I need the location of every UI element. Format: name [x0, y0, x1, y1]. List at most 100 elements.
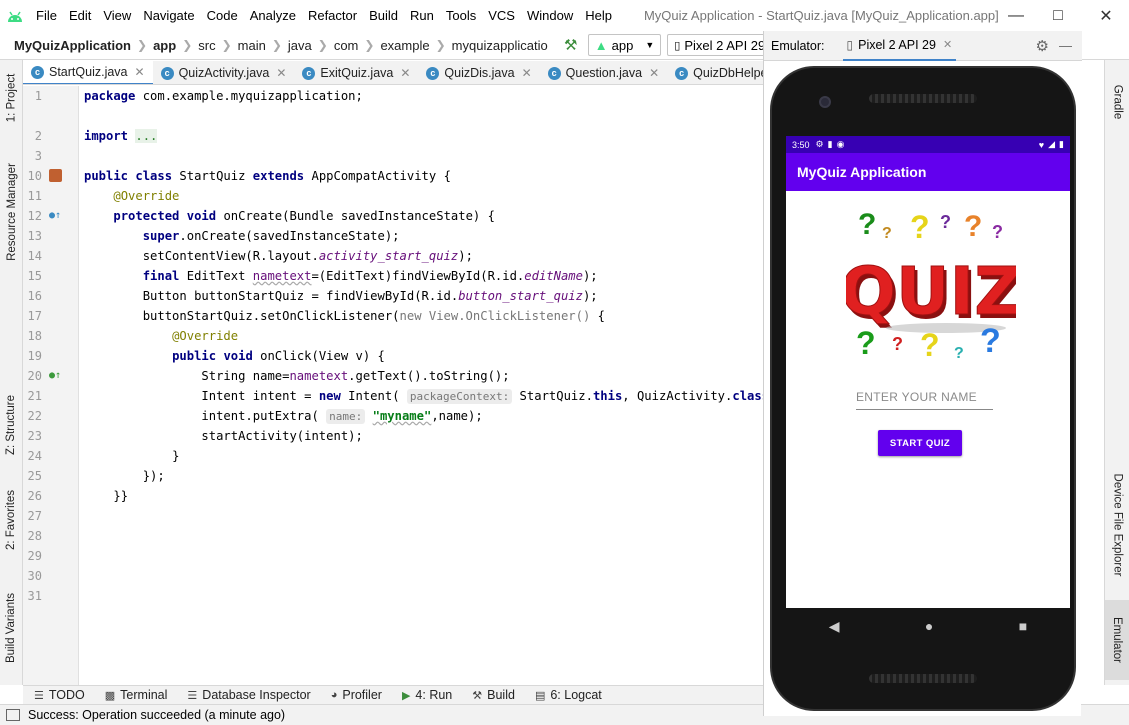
- breadcrumb-src[interactable]: src: [194, 38, 219, 53]
- close-tab-icon[interactable]: ✕: [276, 66, 286, 80]
- menu-edit[interactable]: Edit: [63, 0, 97, 31]
- close-tab-icon[interactable]: ✕: [943, 38, 952, 51]
- svg-text:?: ?: [882, 225, 892, 242]
- close-tab-icon[interactable]: ✕: [400, 66, 410, 80]
- breadcrumb-com[interactable]: com: [330, 38, 363, 53]
- tab-favorites[interactable]: 2: Favorites: [0, 480, 23, 560]
- gear-icon[interactable]: ⚙: [1036, 37, 1049, 55]
- tab-gradle[interactable]: Gradle: [1105, 72, 1129, 132]
- name-input-field[interactable]: ENTER YOUR NAME: [856, 384, 993, 410]
- tab-quizactivity[interactable]: c QuizActivity.java ✕: [153, 61, 295, 84]
- tab-resource-manager[interactable]: Resource Manager: [0, 152, 23, 272]
- tab-quizdis[interactable]: c QuizDis.java ✕: [418, 61, 539, 84]
- maximize-icon[interactable]: □: [1035, 0, 1081, 31]
- line-number: 12 ●↑: [23, 206, 79, 226]
- code-line: });: [142, 469, 165, 483]
- phone-screen[interactable]: 3:50 ⚙ ▮ ◉ ♥ ◢ ▮ MyQuiz Application ? ? …: [786, 136, 1070, 608]
- line-number: 22: [27, 409, 42, 423]
- breadcrumb-main[interactable]: main: [234, 38, 270, 53]
- tab-device-file-explorer[interactable]: Device File Explorer: [1105, 465, 1129, 585]
- home-icon[interactable]: ●: [925, 618, 933, 634]
- tool-profiler[interactable]: ◕ Profiler: [331, 688, 382, 702]
- chevron-right-icon: ❯: [137, 38, 148, 52]
- tab-build-variants[interactable]: Build Variants: [0, 580, 23, 675]
- settings-status-icon: ⚙: [815, 139, 824, 149]
- tab-structure[interactable]: Z: Structure: [0, 385, 23, 465]
- tool-database-inspector[interactable]: ☰ Database Inspector: [187, 688, 310, 702]
- line-number: 14: [27, 249, 42, 263]
- line-number: 1: [34, 89, 42, 103]
- wifi-icon: ♥: [1038, 139, 1045, 150]
- tab-startquiz[interactable]: c StartQuiz.java ✕: [23, 61, 153, 84]
- tab-exitquiz[interactable]: c ExitQuiz.java ✕: [294, 61, 418, 84]
- tool-logcat[interactable]: ▤ 6: Logcat: [535, 688, 602, 702]
- code-line: import ...: [84, 129, 158, 143]
- menu-view[interactable]: View: [97, 0, 137, 31]
- implements-icon[interactable]: ●↑: [49, 366, 61, 386]
- recents-icon[interactable]: ■: [1019, 618, 1027, 634]
- emulator-label: Emulator:: [771, 38, 825, 53]
- line-number: 13: [27, 229, 42, 243]
- override-icon[interactable]: ●↑: [49, 206, 61, 226]
- database-icon: ☰: [187, 689, 198, 702]
- breadcrumb-package[interactable]: myquizapplicatio: [448, 38, 552, 53]
- menu-help[interactable]: Help: [579, 0, 618, 31]
- line-number: 31: [27, 589, 42, 603]
- phone-speaker: [869, 94, 977, 103]
- line-number: 16: [27, 289, 42, 303]
- close-tab-icon[interactable]: ✕: [649, 66, 659, 80]
- tool-todo[interactable]: ☰ TODO: [34, 688, 85, 702]
- android-icon: ▲: [594, 37, 608, 53]
- close-icon[interactable]: ✕: [1083, 0, 1129, 31]
- menu-build[interactable]: Build: [363, 0, 404, 31]
- menu-code[interactable]: Code: [201, 0, 244, 31]
- hammer-icon[interactable]: ⚒: [560, 34, 582, 56]
- menu-refactor[interactable]: Refactor: [302, 0, 363, 31]
- back-icon[interactable]: ◀: [829, 618, 840, 635]
- android-status-bar: 3:50 ⚙ ▮ ◉ ♥ ◢ ▮: [786, 136, 1070, 153]
- quiz-logo-image: ? ? ? ? ? ? QUIZ QUIZ ? ? ? ? ?: [846, 208, 1016, 362]
- close-tab-icon[interactable]: ✕: [135, 65, 145, 79]
- menu-run[interactable]: Run: [404, 0, 440, 31]
- tool-terminal[interactable]: ▩ Terminal: [105, 688, 168, 702]
- breadcrumb-example[interactable]: example: [376, 38, 433, 53]
- emulator-device-tab[interactable]: ▯ Pixel 2 API 29 ✕: [842, 31, 957, 61]
- tab-question[interactable]: c Question.java ✕: [540, 61, 668, 84]
- tab-quizdbhelper[interactable]: cQuizDbHelper.java: [667, 61, 763, 84]
- line-number: 15: [27, 269, 42, 283]
- breadcrumb-java[interactable]: java: [284, 38, 316, 53]
- line-number-gutter: 1 2 3 10 11 12 ●↑ 13 14 15 16 17 18 19 20…: [23, 86, 79, 685]
- menu-navigate[interactable]: Navigate: [137, 0, 200, 31]
- tab-project[interactable]: 1: Project: [0, 68, 23, 128]
- window-icon[interactable]: [6, 709, 20, 721]
- menu-vcs[interactable]: VCS: [482, 0, 521, 31]
- menu-tools[interactable]: Tools: [440, 0, 482, 31]
- minimize-panel-icon[interactable]: —: [1059, 38, 1072, 53]
- breadcrumb-project[interactable]: MyQuizApplication: [10, 38, 135, 53]
- code-line: }}: [113, 489, 129, 503]
- class-icon: c: [426, 66, 440, 80]
- line-number: 28: [27, 529, 42, 543]
- code-editor[interactable]: package com.example.myquizapplication; i…: [79, 86, 763, 685]
- minimize-icon[interactable]: —: [993, 0, 1039, 31]
- android-studio-logo-icon: [0, 0, 30, 31]
- tool-run[interactable]: ▶ 4: Run: [402, 688, 452, 702]
- run-config-select[interactable]: ▲ app ▼: [587, 34, 662, 56]
- line-number: 26: [27, 489, 42, 503]
- menu-file[interactable]: File: [30, 0, 63, 31]
- line-number: 30: [27, 569, 42, 583]
- menu-window[interactable]: Window: [521, 0, 579, 31]
- close-tab-icon[interactable]: ✕: [522, 66, 532, 80]
- bottom-tool-bar: ☰ TODO ▩ Terminal ☰ Database Inspector ◕ Pro…: [23, 685, 763, 704]
- tool-build[interactable]: ⚒ Build: [472, 688, 515, 702]
- breadcrumb-module[interactable]: app: [149, 38, 180, 53]
- line-number: 3: [34, 149, 42, 163]
- line-number: 19: [27, 349, 42, 363]
- tab-emulator[interactable]: Emulator: [1105, 600, 1129, 680]
- start-quiz-button[interactable]: START QUIZ: [878, 430, 962, 456]
- layout-icon[interactable]: [49, 169, 62, 182]
- menu-analyze[interactable]: Analyze: [244, 0, 302, 31]
- editor-tab-bar: c StartQuiz.java ✕ c QuizActivity.java ✕ c Ex…: [23, 61, 763, 85]
- svg-text:?: ?: [992, 222, 1003, 242]
- code-line: @Override: [172, 329, 239, 343]
